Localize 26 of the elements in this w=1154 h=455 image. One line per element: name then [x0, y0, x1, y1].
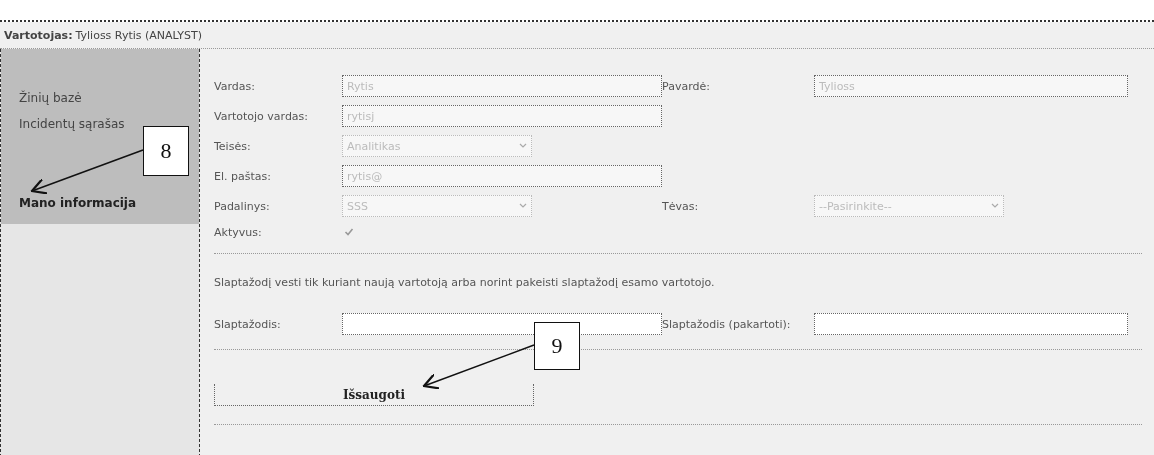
field-label: Vardas:: [214, 79, 256, 93]
save-button[interactable]: Išsaugoti: [214, 384, 534, 406]
select-value: SSS: [347, 199, 368, 213]
sidebar-item[interactable]: Žinių bazė: [1, 87, 199, 113]
field-label: Aktyvus:: [214, 225, 263, 239]
callout-label: 8: [143, 126, 189, 176]
password-field[interactable]: [342, 313, 662, 335]
user-label: Vartotojas:: [4, 28, 73, 42]
callout-label: 9: [534, 322, 580, 370]
field-label: Tėvas:: [662, 199, 700, 213]
chevron-icon: [991, 203, 999, 209]
password-note: Slaptažodį vesti tik kuriant naują vartotoją arba norint pakeisti slaptažodį esamo vartotojo.: [214, 275, 716, 291]
field-label: Slaptažodis (pakartoti):: [662, 317, 792, 331]
field-label: Slaptažodis:: [214, 317, 282, 331]
sidebar-item[interactable]: Mano informacija: [1, 192, 199, 218]
select-value: Analitikas: [347, 139, 401, 153]
field-label: Pavardė:: [662, 79, 711, 93]
field-label: Vartotojo vardas:: [214, 109, 310, 123]
select-value: --Pasirinkite--: [819, 199, 892, 213]
field-label: Padalinys:: [214, 199, 271, 213]
chevron-icon: [519, 143, 527, 149]
field-label: Teisės:: [214, 139, 252, 153]
chevron-icon: [519, 203, 527, 209]
user-name: Tylioss Rytis (ANALYST): [75, 28, 202, 42]
field-label: El. paštas:: [214, 169, 272, 183]
password-field[interactable]: [814, 313, 1128, 335]
